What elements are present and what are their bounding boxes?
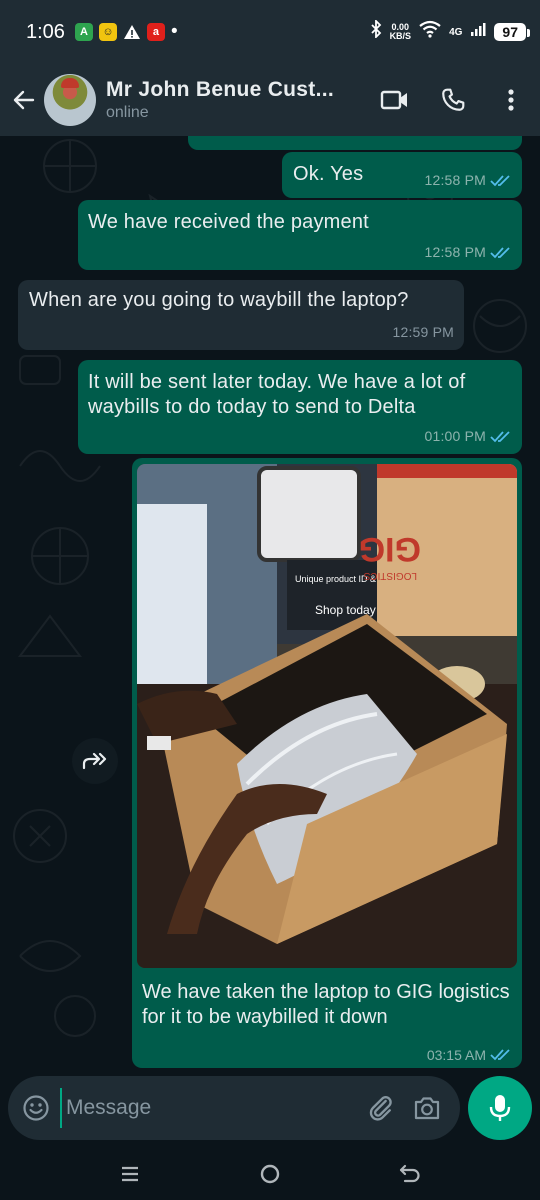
message-bubble-incoming[interactable]: When are you going to waybill the laptop… <box>18 280 464 350</box>
face-notification-icon: ☺ <box>98 23 117 41</box>
airtel-notification-icon: a <box>146 23 165 41</box>
message-meta: 12:58 PM <box>424 240 512 265</box>
read-ticks-icon <box>490 430 510 442</box>
attach-icon[interactable] <box>358 1085 404 1131</box>
message-text: When are you going to waybill the laptop… <box>29 289 409 311</box>
message-time: 01:00 PM <box>424 428 486 444</box>
message-caption: We have taken the laptop to GIG logistic… <box>142 981 510 1028</box>
message-text: It will be sent later today. We have a l… <box>88 371 466 418</box>
svg-text:LOGISTICS: LOGISTICS <box>363 570 417 581</box>
contact-status: online <box>106 104 149 121</box>
signal-icon <box>470 21 486 43</box>
contact-name: Mr John Benue Cust... <box>106 78 334 101</box>
voice-call-icon[interactable] <box>424 76 482 124</box>
message-time: 12:58 PM <box>424 244 486 260</box>
message-bubble-outgoing[interactable]: Ok. Yes 12:58 PM <box>282 152 522 198</box>
read-ticks-icon <box>490 1049 510 1061</box>
back-nav-icon[interactable] <box>380 1152 440 1196</box>
message-time: 03:15 AM <box>426 1047 486 1063</box>
message-input[interactable] <box>60 1088 358 1128</box>
status-bar: 1:06 A ☺ a • 0.00 KB/S 4G 97 <box>0 0 540 64</box>
read-ticks-icon <box>490 246 510 258</box>
message-bubble-outgoing[interactable]: We have received the payment 12:58 PM <box>78 200 522 270</box>
message-composer <box>8 1076 460 1140</box>
svg-text:GIG: GIG <box>359 530 421 568</box>
message-bubble-partial[interactable] <box>188 136 522 150</box>
message-text: We have received the payment <box>88 211 369 233</box>
chat-header: Mr John Benue Cust... online <box>0 64 540 136</box>
message-meta: 03:15 AM <box>427 1047 512 1063</box>
data-speed: 0.00 KB/S <box>389 22 412 41</box>
message-time: 12:59 PM <box>392 324 454 340</box>
photo-laptop-packing: Unique product ID & QR code Shop today G… <box>137 464 517 968</box>
home-icon[interactable] <box>240 1152 300 1196</box>
emoji-icon[interactable] <box>20 1092 52 1124</box>
recents-icon[interactable] <box>100 1152 160 1196</box>
dot-icon: • <box>170 21 178 42</box>
message-photo[interactable]: Unique product ID & QR code Shop today G… <box>137 464 517 968</box>
message-meta: 12:58 PM <box>424 168 512 193</box>
message-bubble-outgoing[interactable]: It will be sent later today. We have a l… <box>78 360 522 454</box>
back-arrow-icon[interactable] <box>8 80 40 120</box>
network-type: 4G <box>449 26 463 38</box>
bluetooth-icon <box>370 18 382 44</box>
contact-info[interactable]: Mr John Benue Cust... online <box>106 78 366 122</box>
warning-icon <box>123 24 141 40</box>
contact-avatar[interactable] <box>44 74 96 126</box>
message-list[interactable]: Ok. Yes 12:58 PM We have received the pa… <box>0 136 540 1076</box>
status-time: 1:06 <box>26 20 65 43</box>
battery-indicator: 97 <box>494 23 530 41</box>
more-vert-icon[interactable] <box>482 76 540 124</box>
camera-icon[interactable] <box>404 1085 450 1131</box>
forward-icon[interactable] <box>72 738 118 784</box>
message-bubble-image[interactable]: Unique product ID & QR code Shop today G… <box>132 458 522 1068</box>
message-text: Ok. Yes <box>293 163 364 185</box>
read-ticks-icon <box>490 174 510 186</box>
message-time: 12:58 PM <box>424 172 486 188</box>
system-nav-bar <box>0 1148 540 1200</box>
message-meta: 12:59 PM <box>392 320 454 345</box>
mic-icon[interactable] <box>468 1076 532 1140</box>
app-notification-icon: A <box>74 23 93 41</box>
video-call-icon[interactable] <box>366 76 424 124</box>
message-meta: 01:00 PM <box>424 424 512 449</box>
wifi-icon <box>419 20 441 44</box>
